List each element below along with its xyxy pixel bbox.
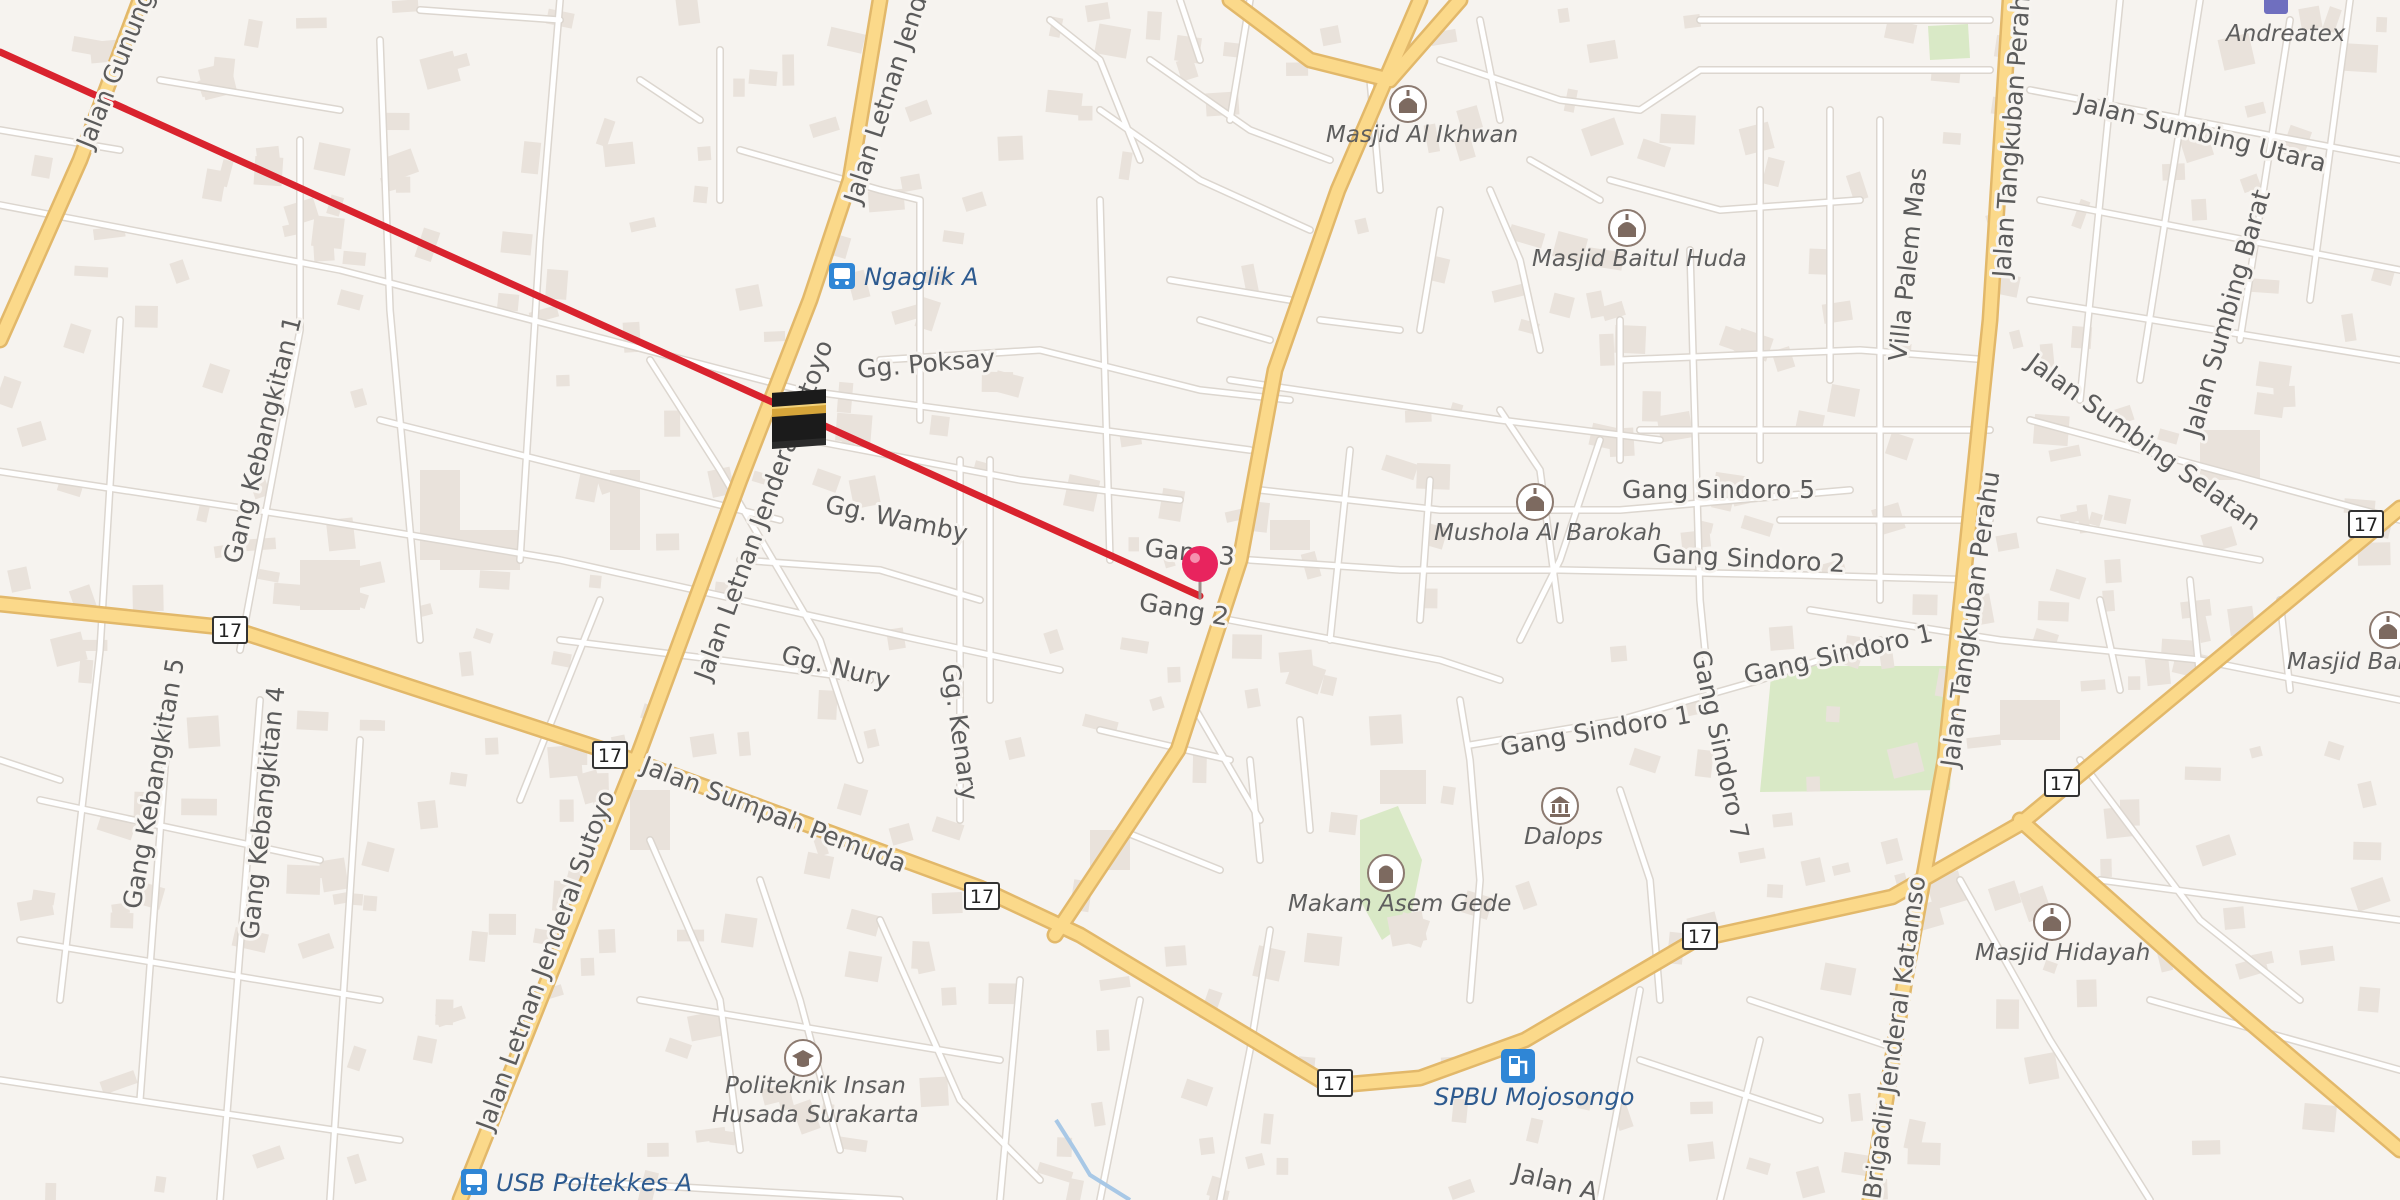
poi-label: Masjid Bait xyxy=(2287,649,2400,675)
poi-politeknik[interactable]: Politeknik Insan Husada Surakarta xyxy=(712,1039,919,1128)
svg-text:17: 17 xyxy=(970,886,994,908)
poi-label: Ngaglik A xyxy=(864,263,978,291)
cemetery-icon xyxy=(1367,854,1405,892)
park-area-small xyxy=(1928,24,1970,60)
poi-dalops[interactable]: Dalops xyxy=(1524,787,1603,850)
route-shield: 17 xyxy=(212,616,248,644)
street-label: Gg. Kenary xyxy=(936,662,984,803)
poi-masjid-bait[interactable]: Masjid Bait xyxy=(2287,611,2400,675)
poi-label: Politeknik Insan xyxy=(725,1073,906,1099)
street-label: Villa Palem Mas xyxy=(1883,166,1932,362)
svg-text:17: 17 xyxy=(2354,514,2378,536)
svg-text:17: 17 xyxy=(2050,773,2074,795)
poi-usb-poltekkes[interactable]: USB Poltekkes A xyxy=(461,1169,692,1197)
street-label: Jalan Gunung xyxy=(70,0,160,154)
bus-stop-icon xyxy=(461,1169,487,1195)
street-label: Gg. Poksay xyxy=(856,343,996,384)
mosque-icon xyxy=(2369,611,2400,649)
street-label: Jalan A xyxy=(1509,1157,1601,1200)
poi-ngaglik[interactable]: Ngaglik A xyxy=(829,263,978,291)
poi-label: Husada Surakarta xyxy=(712,1102,919,1128)
street-label: Jalan Tangkuban Perahu xyxy=(1935,469,2006,770)
svg-text:17: 17 xyxy=(218,620,242,642)
street-label: Gg. Wamby xyxy=(823,490,971,548)
street-label: Gang Sindoro 1 xyxy=(1498,700,1693,762)
route-shield: 17 xyxy=(2044,769,2080,797)
kaaba-icon xyxy=(771,389,827,449)
poi-label: Mushola Al Barokah xyxy=(1434,520,1662,546)
poi-label: Makam Asem Gede xyxy=(1288,891,1511,917)
poi-label: Masjid Al Ikhwan xyxy=(1326,122,1518,148)
street-label: Jalan Letnan Jendera xyxy=(838,0,946,209)
shop-icon xyxy=(2264,0,2288,14)
street-label: Jalan Letnan Jenderal Sutoyo xyxy=(470,786,621,1136)
poi-label: Andreatex xyxy=(2224,21,2346,47)
fuel-station-icon xyxy=(1501,1049,1535,1083)
mosque-icon xyxy=(1516,483,1554,521)
svg-text:17: 17 xyxy=(1323,1073,1347,1095)
route-shield: 17 xyxy=(964,882,1000,910)
poi-label: Masjid Hidayah xyxy=(1975,940,2150,966)
mosque-icon xyxy=(1608,209,1646,247)
svg-text:17: 17 xyxy=(598,745,622,767)
poi-masjid-al-ikhwan[interactable]: Masjid Al Ikhwan xyxy=(1326,85,1518,148)
graduation-cap-icon xyxy=(784,1039,822,1077)
street-label: Gang Kebangkitan 4 xyxy=(235,685,290,941)
stream xyxy=(1054,1118,1132,1200)
mosque-icon xyxy=(2033,903,2071,941)
poi-label: Dalops xyxy=(1524,824,1603,850)
mosque-icon xyxy=(1389,85,1427,123)
route-shield: 17 xyxy=(592,741,628,769)
route-shield: 17 xyxy=(2348,510,2384,538)
museum-icon xyxy=(1541,787,1579,825)
bus-stop-icon xyxy=(829,263,855,289)
park-area xyxy=(1760,666,1955,792)
poi-label: Masjid Baitul Huda xyxy=(1532,246,1747,272)
poi-label: SPBU Mojosongo xyxy=(1434,1083,1634,1111)
street-label: Gang Sindoro 5 xyxy=(1622,475,1815,504)
street-label: Jalan Sumpah Pemuda xyxy=(636,750,910,878)
qibla-map[interactable]: Jalan Gunung Jalan Letnan Jendera Jalan … xyxy=(0,0,2400,1200)
poi-label: USB Poltekkes A xyxy=(496,1169,692,1197)
poi-andreatex[interactable]: Andreatex xyxy=(2224,0,2346,47)
svg-text:17: 17 xyxy=(1688,926,1712,948)
street-label: Gang 2 xyxy=(1137,587,1231,631)
route-shield: 17 xyxy=(1317,1069,1353,1097)
route-shield: 17 xyxy=(1682,922,1718,950)
